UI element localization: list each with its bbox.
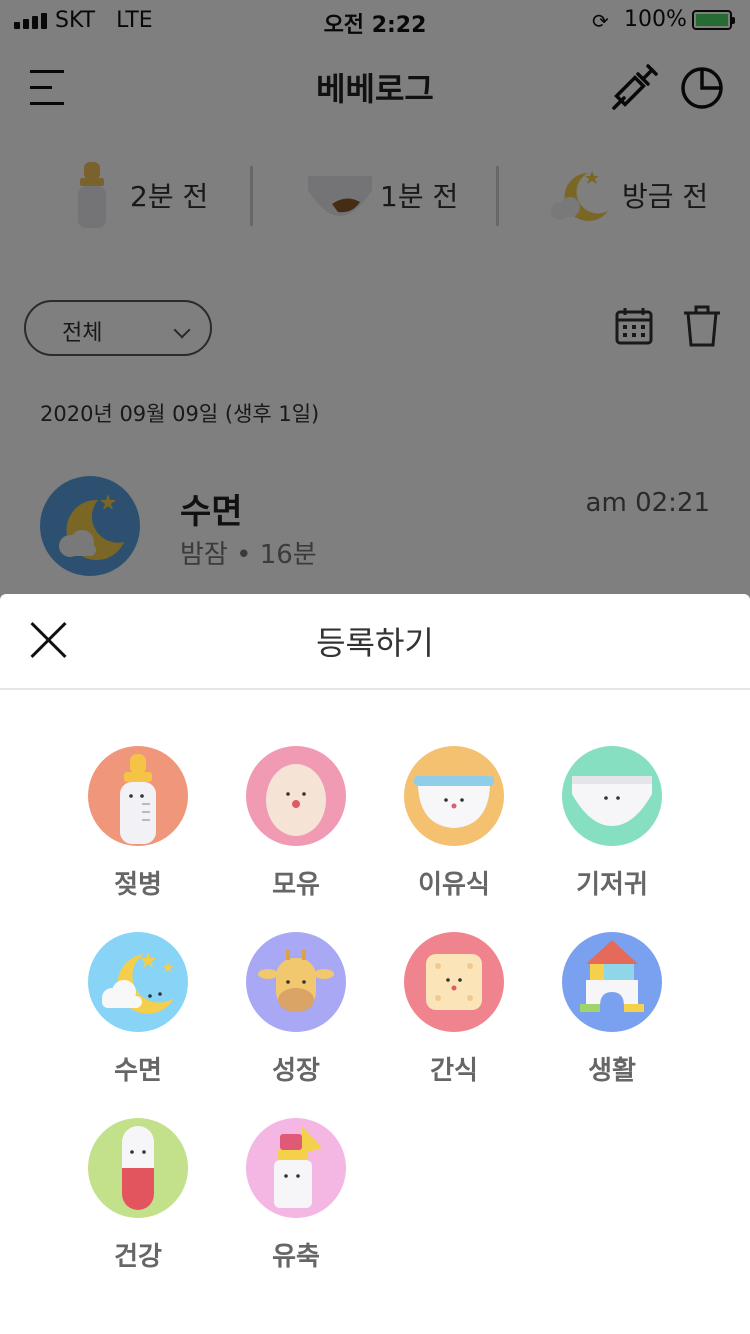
category-baby-food[interactable]: 이유식 [374,746,534,916]
category-growth[interactable]: 성장 [216,932,376,1102]
breastfeeding-icon [246,746,346,846]
diaper-icon [562,746,662,846]
cracker-snack-icon [404,932,504,1032]
category-pump[interactable]: 유축 [216,1118,376,1288]
sheet-title: 등록하기 [316,624,434,662]
sheet-header: 등록하기 [0,594,750,690]
category-label: 이유식 [418,870,490,900]
category-breastfeeding[interactable]: 모유 [216,746,376,916]
category-label: 기저귀 [576,870,648,900]
category-label: 젖병 [114,870,162,900]
category-label: 모유 [272,870,320,900]
baby-food-bowl-icon [404,746,504,846]
giraffe-growth-icon [246,932,346,1032]
category-diaper[interactable]: 기저귀 [532,746,692,916]
category-label: 성장 [272,1056,320,1086]
category-label: 수면 [114,1056,162,1086]
category-bottle[interactable]: 젖병 [58,746,218,916]
moon-sleep-icon [88,932,188,1032]
category-snack[interactable]: 간식 [374,932,534,1102]
toy-blocks-icon [562,932,662,1032]
category-sleep[interactable]: 수면 [58,932,218,1102]
category-life[interactable]: 생활 [532,932,692,1102]
register-sheet: 등록하기 젖병 모유 이유식 기저귀 수면 성장 간식 생활 건강 유축 [0,594,750,1334]
category-label: 건강 [114,1242,162,1272]
category-health[interactable]: 건강 [58,1118,218,1288]
category-label: 생활 [588,1056,636,1086]
category-label: 간식 [430,1056,478,1086]
category-label: 유축 [272,1242,320,1272]
breast-pump-icon [246,1118,346,1218]
pill-capsule-icon [88,1118,188,1218]
baby-bottle-icon [88,746,188,846]
